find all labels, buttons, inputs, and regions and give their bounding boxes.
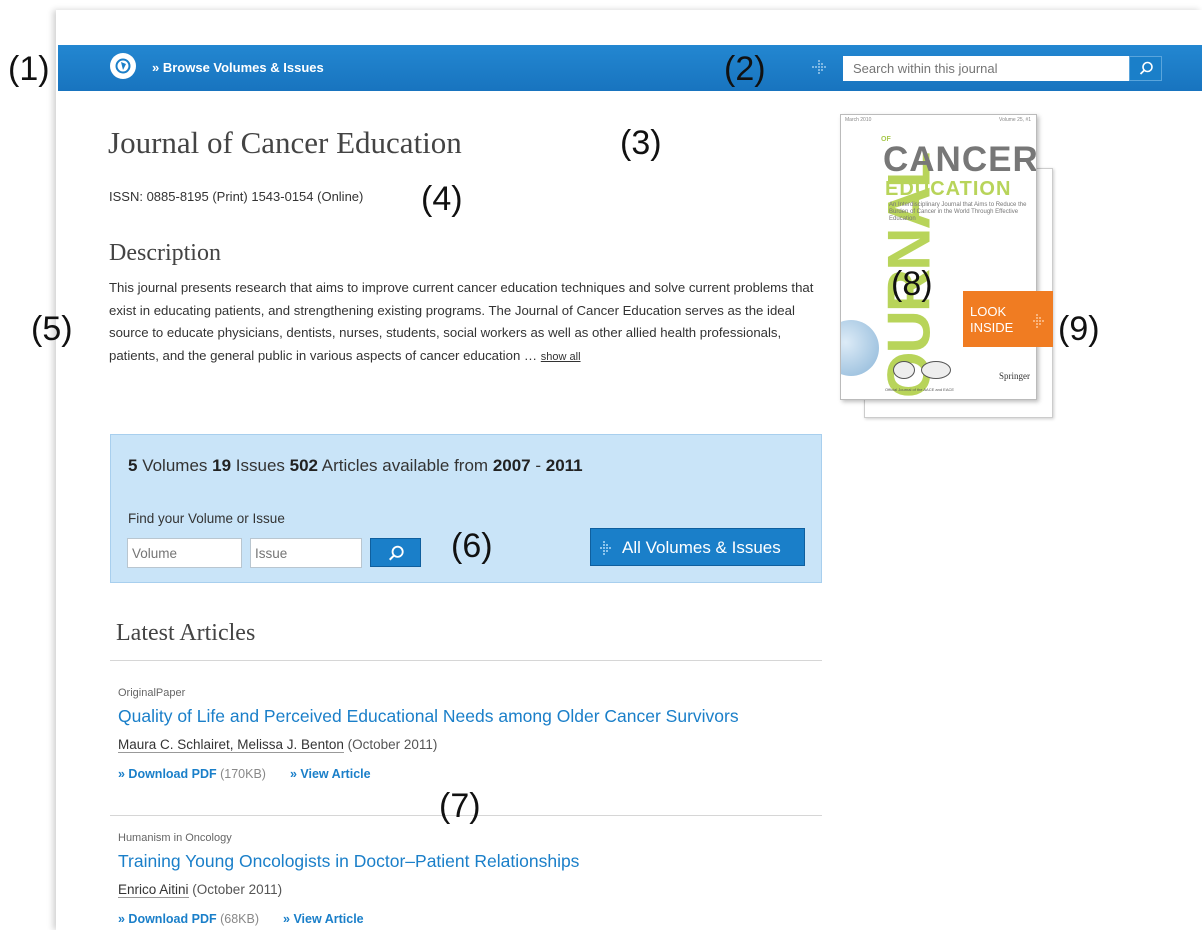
callout-label: (2) <box>724 50 766 88</box>
callout-label: (8) <box>891 265 933 303</box>
pdf-size: (68KB) <box>216 912 260 926</box>
seal-icon <box>893 361 915 379</box>
callout-label: (1) <box>8 50 50 88</box>
callout-label: (4) <box>421 180 463 218</box>
callout-label: (6) <box>451 527 493 565</box>
pdf-size: (170KB) <box>216 767 266 781</box>
article-item: OriginalPaper Quality of Life and Percei… <box>118 687 739 781</box>
cover-front-page: March 2010 Volume 25, #1 JOURNAL OF CANC… <box>840 114 1037 400</box>
search-arrow-icon <box>812 57 830 84</box>
author-names[interactable]: Maura C. Schlairet, Melissa J. Benton <box>118 737 344 753</box>
year-from: 2007 <box>492 456 531 475</box>
view-article-link[interactable]: » View Article <box>283 912 364 926</box>
volume-stats: 5 Volumes 19 Issues 502 Articles availab… <box>128 456 583 476</box>
view-article-link[interactable]: » View Article <box>290 767 371 781</box>
article-item: Humanism in Oncology Training Young Onco… <box>118 832 579 926</box>
callout-label: (5) <box>31 310 73 348</box>
divider <box>110 660 822 661</box>
callout-label: (3) <box>620 124 662 162</box>
cover-volume: Volume 25, #1 <box>999 117 1031 123</box>
look-inside-button[interactable]: LOOK INSIDE <box>963 291 1053 347</box>
issues-label: Issues <box>231 456 290 475</box>
callout-label: (9) <box>1058 310 1100 348</box>
description-body: This journal presents research that aims… <box>109 280 814 363</box>
year-to: 2011 <box>545 456 583 475</box>
globe-image <box>841 320 879 376</box>
volumes-label: Volumes <box>137 456 213 475</box>
article-date: (October 2011) <box>343 737 438 752</box>
year-dash: - <box>530 456 546 475</box>
cover-date: March 2010 <box>845 117 872 123</box>
description-heading: Description <box>109 240 221 266</box>
cover-education-word: EDUCATION <box>885 178 1012 200</box>
all-volumes-label: All Volumes & Issues <box>622 538 781 557</box>
article-date: (October 2011) <box>188 882 283 897</box>
arrow-right-icon <box>600 541 611 555</box>
issue-input[interactable] <box>250 538 362 568</box>
article-type: Humanism in Oncology <box>118 832 232 844</box>
issues-count: 19 <box>212 456 232 475</box>
download-pdf-link[interactable]: » Download PDF <box>118 767 217 781</box>
find-volume-button[interactable] <box>370 538 421 567</box>
springer-logo: Springer <box>999 371 1030 381</box>
article-authors: Maura C. Schlairet, Melissa J. Benton (O… <box>118 737 739 753</box>
callout-label: (7) <box>439 787 481 825</box>
find-volume-label: Find your Volume or Issue <box>128 511 285 526</box>
journal-title: Journal of Cancer Education <box>108 125 462 160</box>
journal-toolbar: » Browse Volumes & Issues <box>58 45 1202 91</box>
seal-icon <box>921 361 951 379</box>
browse-volumes-link[interactable]: » Browse Volumes & Issues <box>152 60 324 75</box>
cover-cancer-word: CANCER <box>883 140 1037 179</box>
article-links: » Download PDF (68KB) » View Article <box>118 912 579 926</box>
journal-search-input[interactable] <box>843 56 1129 81</box>
magnifier-icon <box>388 545 404 561</box>
all-volumes-button[interactable]: All Volumes & Issues <box>590 528 805 566</box>
articles-count: 502 <box>289 456 319 475</box>
articles-label: Articles available from <box>318 456 493 475</box>
latest-articles-heading: Latest Articles <box>116 620 256 646</box>
article-type: OriginalPaper <box>118 687 186 699</box>
issn-line: ISSN: 0885-8195 (Print) 1543-0154 (Onlin… <box>109 189 364 204</box>
author-names[interactable]: Enrico Aitini <box>118 882 189 898</box>
arrow-right-icon <box>1033 314 1044 328</box>
article-title-link[interactable]: Quality of Life and Perceived Educationa… <box>118 706 739 727</box>
volume-input[interactable] <box>127 538 242 568</box>
article-links: » Download PDF (170KB) » View Article <box>118 767 739 781</box>
journal-search-button[interactable] <box>1129 56 1162 81</box>
cover-blurb: An Interdisciplinary Journal that Aims t… <box>889 202 1027 222</box>
journal-cover[interactable]: March 2010 Volume 25, #1 JOURNAL OF CANC… <box>830 108 1060 420</box>
show-all-link[interactable]: show all <box>541 351 581 363</box>
description-text: This journal presents research that aims… <box>109 277 821 368</box>
download-pdf-link[interactable]: » Download PDF <box>118 912 217 926</box>
cover-official-line: Official Journal of the AACE and EACE <box>885 387 955 392</box>
magnifier-icon <box>1139 61 1153 75</box>
article-authors: Enrico Aitini (October 2011) <box>118 882 579 898</box>
compass-icon[interactable] <box>110 53 136 79</box>
article-title-link[interactable]: Training Young Oncologists in Doctor–Pat… <box>118 851 579 872</box>
